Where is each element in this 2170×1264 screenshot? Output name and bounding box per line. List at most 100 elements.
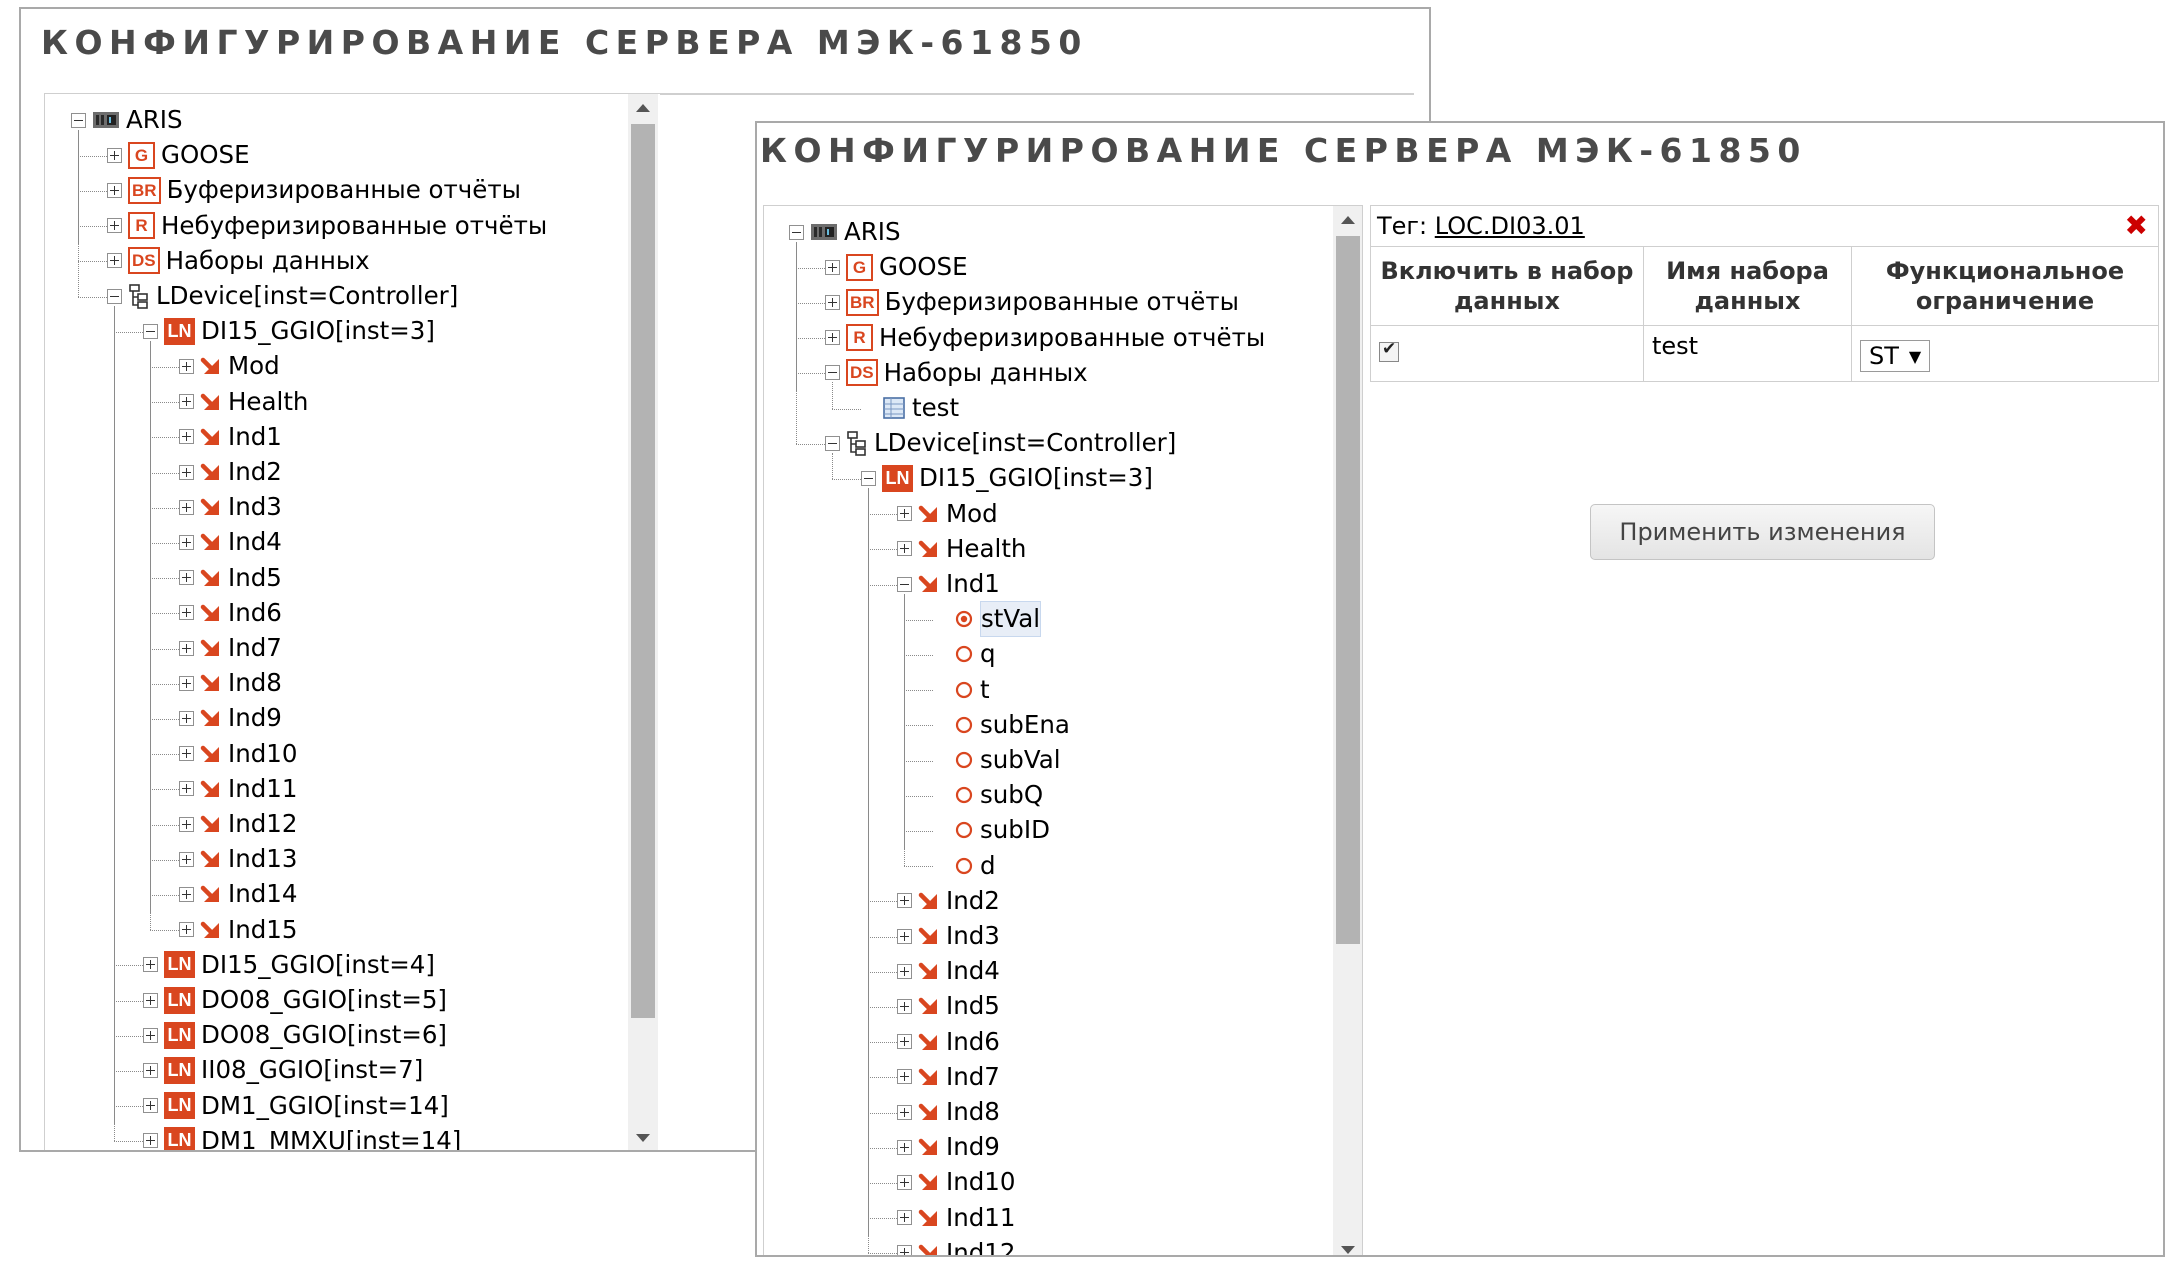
expand-icon[interactable] xyxy=(143,992,158,1008)
scroll-up-icon[interactable] xyxy=(1341,216,1355,224)
scroll-up-icon[interactable] xyxy=(636,104,650,112)
tree-node-test[interactable]: test xyxy=(861,391,959,425)
tree-node-t[interactable]: t xyxy=(933,673,990,707)
tree-node-subena[interactable]: subEna xyxy=(933,708,1070,742)
tree-node-di15-ggio-inst-3[interactable]: LN DI15_GGIO[inst=3] xyxy=(861,461,1153,495)
tree-node-node[interactable]: BR Буферизированные отчёты xyxy=(825,285,1239,319)
expand-icon[interactable] xyxy=(143,1062,158,1078)
tree-node-mod[interactable]: Mod xyxy=(897,497,998,531)
expand-icon[interactable] xyxy=(179,499,194,515)
expand-icon[interactable] xyxy=(179,675,194,691)
fc-select[interactable]: ST ▼ xyxy=(1860,340,1931,372)
expand-icon[interactable] xyxy=(143,957,158,973)
expand-icon[interactable] xyxy=(897,1139,912,1155)
tree-node-ind4[interactable]: Ind4 xyxy=(179,525,282,559)
collapse-icon[interactable] xyxy=(825,365,840,381)
tree-node-node[interactable]: BR Буферизированные отчёты xyxy=(107,173,521,207)
tree-node-ind6[interactable]: Ind6 xyxy=(179,596,282,630)
expand-icon[interactable] xyxy=(107,182,122,198)
expand-icon[interactable] xyxy=(897,1104,912,1120)
expand-icon[interactable] xyxy=(179,605,194,621)
tree-node-dm1-ggio-inst-14[interactable]: LN DM1_GGIO[inst=14] xyxy=(143,1089,449,1123)
expand-icon[interactable] xyxy=(107,218,122,234)
collapse-icon[interactable] xyxy=(143,323,158,339)
tree-node-ii08-ggio-inst-7[interactable]: LN II08_GGIO[inst=7] xyxy=(143,1053,423,1087)
collapse-icon[interactable] xyxy=(861,470,876,486)
expand-icon[interactable] xyxy=(897,1210,912,1226)
expand-icon[interactable] xyxy=(897,1245,912,1255)
close-icon[interactable]: ✖ xyxy=(2125,209,2148,242)
tree-node-do08-ggio-inst-6[interactable]: LN DO08_GGIO[inst=6] xyxy=(143,1018,447,1052)
expand-icon[interactable] xyxy=(825,294,840,310)
tree-node-mod[interactable]: Mod xyxy=(179,349,280,383)
expand-icon[interactable] xyxy=(897,1174,912,1190)
collapse-icon[interactable] xyxy=(107,288,122,304)
expand-icon[interactable] xyxy=(897,1069,912,1085)
scroll-down-icon[interactable] xyxy=(1341,1246,1355,1254)
tree-node-ldevice-inst-controller[interactable]: LDevice[inst=Controller] xyxy=(825,426,1176,460)
expand-icon[interactable] xyxy=(897,541,912,557)
scroll-thumb[interactable] xyxy=(1336,236,1360,944)
tree-node-subval[interactable]: subVal xyxy=(933,743,1061,777)
expand-icon[interactable] xyxy=(179,640,194,656)
expand-icon[interactable] xyxy=(179,710,194,726)
tag-link[interactable]: LOC.DI03.01 xyxy=(1435,212,1585,240)
tree-node-ind11[interactable]: Ind11 xyxy=(179,772,297,806)
scroll-thumb[interactable] xyxy=(631,124,655,1018)
expand-icon[interactable] xyxy=(897,1034,912,1050)
scroll-down-icon[interactable] xyxy=(636,1134,650,1142)
tree-node-ind15[interactable]: Ind15 xyxy=(179,913,297,947)
expand-icon[interactable] xyxy=(897,998,912,1014)
tree-node-ldevice-inst-controller[interactable]: LDevice[inst=Controller] xyxy=(107,279,458,313)
collapse-icon[interactable] xyxy=(825,435,840,451)
tree-node-ind7[interactable]: Ind7 xyxy=(897,1060,1000,1094)
tree-node-subid[interactable]: subID xyxy=(933,813,1050,847)
tree-node-aris[interactable]: ARIS xyxy=(71,103,183,137)
tree-node-ind5[interactable]: Ind5 xyxy=(179,561,282,595)
tree-node-ind11[interactable]: Ind11 xyxy=(897,1201,1015,1235)
expand-icon[interactable] xyxy=(897,928,912,944)
tree-node-stval[interactable]: stVal xyxy=(933,601,1042,638)
tree-node-ind8[interactable]: Ind8 xyxy=(897,1095,1000,1129)
tree-node-ind10[interactable]: Ind10 xyxy=(179,737,297,771)
tree-node-ind8[interactable]: Ind8 xyxy=(179,666,282,700)
tree-node-ind2[interactable]: Ind2 xyxy=(179,455,282,489)
tree-node-ind10[interactable]: Ind10 xyxy=(897,1165,1015,1199)
tree-node-goose[interactable]: G GOOSE xyxy=(107,138,250,172)
tree-node-do08-ggio-inst-5[interactable]: LN DO08_GGIO[inst=5] xyxy=(143,983,447,1017)
collapse-icon[interactable] xyxy=(789,224,804,240)
expand-icon[interactable] xyxy=(143,1133,158,1149)
tree-node-node[interactable]: DS Наборы данных xyxy=(825,356,1088,390)
tree-node-di15-ggio-inst-3[interactable]: LN DI15_GGIO[inst=3] xyxy=(143,314,435,348)
expand-icon[interactable] xyxy=(179,358,194,374)
expand-icon[interactable] xyxy=(825,330,840,346)
tree-node-health[interactable]: Health xyxy=(179,385,308,419)
collapse-icon[interactable] xyxy=(71,112,86,128)
expand-icon[interactable] xyxy=(897,893,912,909)
tree-node-ind2[interactable]: Ind2 xyxy=(897,884,1000,918)
tree-node-ind3[interactable]: Ind3 xyxy=(179,490,282,524)
expand-icon[interactable] xyxy=(179,534,194,550)
expand-icon[interactable] xyxy=(179,886,194,902)
expand-icon[interactable] xyxy=(179,816,194,832)
tree-node-aris[interactable]: ARIS xyxy=(789,215,901,249)
expand-icon[interactable] xyxy=(179,394,194,410)
tree-node-ind4[interactable]: Ind4 xyxy=(897,954,1000,988)
tree-node-ind9[interactable]: Ind9 xyxy=(179,701,282,735)
tree-node-q[interactable]: q xyxy=(933,637,996,671)
expand-icon[interactable] xyxy=(897,506,912,522)
expand-icon[interactable] xyxy=(179,429,194,445)
expand-icon[interactable] xyxy=(179,922,194,938)
tree-node-di15-ggio-inst-4[interactable]: LN DI15_GGIO[inst=4] xyxy=(143,948,435,982)
tree-node-health[interactable]: Health xyxy=(897,532,1026,566)
expand-icon[interactable] xyxy=(179,570,194,586)
tree-node-ind1[interactable]: Ind1 xyxy=(179,420,282,454)
tree-node-goose[interactable]: G GOOSE xyxy=(825,250,968,284)
include-checkbox[interactable] xyxy=(1379,339,1399,362)
expand-icon[interactable] xyxy=(143,1098,158,1114)
tree-node-ind13[interactable]: Ind13 xyxy=(179,842,297,876)
expand-icon[interactable] xyxy=(179,781,194,797)
tree-scrollbar[interactable] xyxy=(628,94,658,1150)
tree-node-ind5[interactable]: Ind5 xyxy=(897,989,1000,1023)
tree-node-ind1[interactable]: Ind1 xyxy=(897,567,1000,601)
